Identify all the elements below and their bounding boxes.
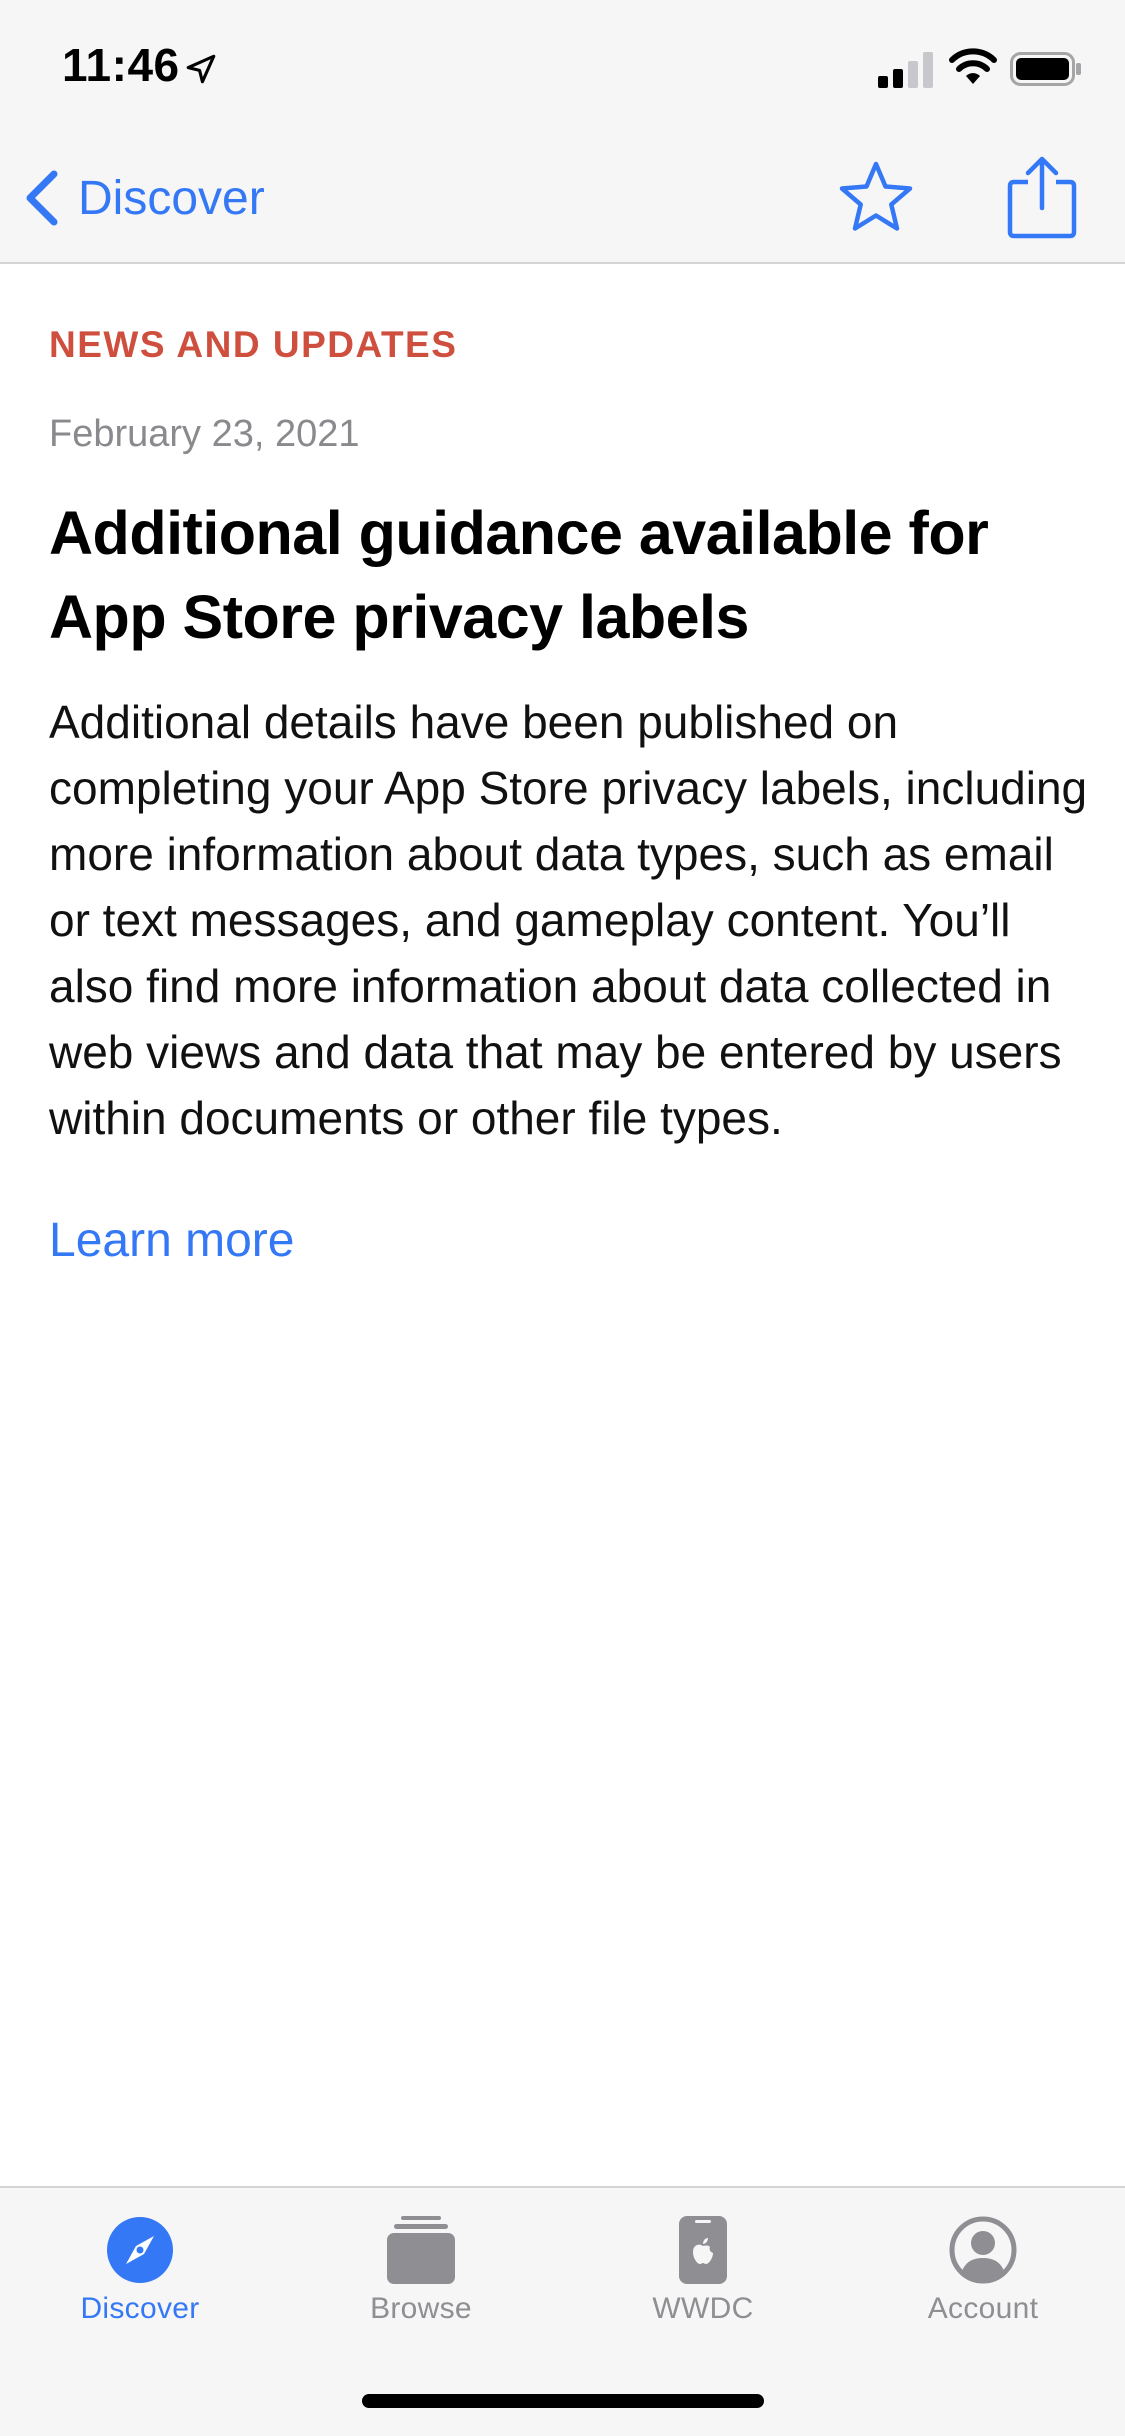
share-icon[interactable] [1004, 154, 1080, 240]
favorite-star-icon[interactable] [836, 158, 916, 238]
back-button-label: Discover [78, 171, 265, 225]
tab-label: Account [927, 2292, 1039, 2325]
tab-label: Browse [370, 2292, 472, 2325]
tab-account[interactable]: Account [873, 2216, 1093, 2346]
cellular-signal-icon [878, 52, 933, 88]
tab-browse[interactable]: Browse [311, 2216, 531, 2346]
article: NEWS AND UPDATES February 23, 2021 Addit… [49, 264, 1087, 1268]
status-bar: 11:46 [0, 0, 1125, 132]
article-date: February 23, 2021 [49, 413, 360, 455]
battery-icon [1010, 52, 1081, 86]
home-indicator [362, 2394, 764, 2408]
tab-wwdc[interactable]: WWDC [593, 2216, 813, 2346]
status-time: 11:46 [62, 39, 180, 91]
location-arrow-icon [186, 54, 216, 84]
apple-device-icon [679, 2216, 727, 2284]
article-category: NEWS AND UPDATES [49, 324, 458, 365]
stack-icon [387, 2216, 455, 2284]
tab-label: WWDC [652, 2292, 754, 2325]
compass-icon [107, 2217, 173, 2283]
article-body: Additional details have been published o… [49, 696, 1088, 1144]
article-title: Additional guidance available for App St… [49, 499, 989, 651]
wifi-icon [949, 48, 997, 84]
chevron-left-icon [26, 170, 58, 226]
tab-discover[interactable]: Discover [30, 2216, 250, 2346]
navigation-bar: Discover [0, 132, 1125, 264]
tab-label: Discover [80, 2292, 200, 2325]
back-button[interactable]: Discover [22, 160, 265, 236]
person-circle-icon [949, 2216, 1017, 2284]
app-screen: 11:46 Discover NEWS AND UPDATES February… [0, 0, 1125, 2436]
learn-more-link[interactable]: Learn more [49, 1213, 294, 1268]
